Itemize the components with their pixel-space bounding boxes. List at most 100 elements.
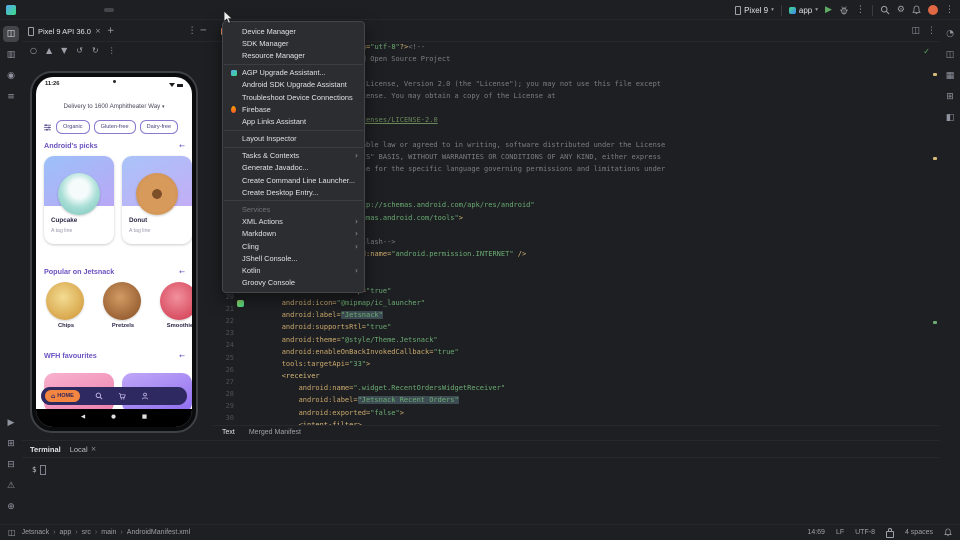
menu-item[interactable]: JShell Console... › xyxy=(223,252,364,264)
menubar-item[interactable] xyxy=(54,8,64,12)
code-line[interactable]: 22 android:icon="@mipmap/ic_launcher" xyxy=(212,297,940,309)
filter-chip[interactable]: Organic xyxy=(56,120,90,134)
notifications-bell-icon[interactable] xyxy=(912,5,921,15)
code-line[interactable]: 30 android:label="Jetsnack Recent Orders… xyxy=(212,394,940,406)
device-volume-down[interactable]: ▼ xyxy=(61,46,67,55)
toolwindow-notifications[interactable]: ◔ xyxy=(942,26,958,42)
code-line[interactable]: 29 android:name=".widget.RecentOrdersWid… xyxy=(212,382,940,394)
filter-chip[interactable]: Dairy-free xyxy=(140,120,179,134)
nav-cart-tab[interactable] xyxy=(118,392,126,400)
code-line[interactable]: 31 android:exported="false"> xyxy=(212,407,940,419)
menu-item[interactable]: Markdown › xyxy=(223,228,364,240)
menu-item[interactable]: Android SDK Upgrade Assistant › xyxy=(223,79,364,91)
device-rotate-left[interactable]: ↺ xyxy=(76,46,83,55)
toolwindow-app-quality-insights[interactable]: ◧ xyxy=(942,110,958,126)
toolwindow-problems[interactable]: ⚠ xyxy=(3,478,19,494)
section-arrow-icon[interactable]: ← xyxy=(179,268,185,276)
menubar-item[interactable] xyxy=(124,8,134,12)
menubar-item[interactable] xyxy=(74,8,84,12)
menu-item[interactable]: Create Command Line Launcher... › xyxy=(223,174,364,186)
code-line[interactable]: 24 android:supportsRtl="true" xyxy=(212,321,940,333)
manifest-view-tab[interactable]: Merged Manifest xyxy=(243,426,307,440)
menu-item[interactable]: Groovy Console › xyxy=(223,277,364,289)
section-arrow-icon[interactable]: ← xyxy=(179,142,185,150)
terminal-prompt-line[interactable]: $ xyxy=(32,465,940,475)
run-button[interactable]: ▶ xyxy=(825,5,832,15)
menu-item[interactable]: Cling › xyxy=(223,240,364,252)
panel-more-icon[interactable]: ⋮ xyxy=(188,27,197,36)
manifest-view-tab[interactable]: Text xyxy=(216,426,241,440)
toolbar-overflow-icon[interactable]: ⋮ xyxy=(945,6,954,15)
editor-options-icon[interactable]: ⋮ xyxy=(927,26,936,36)
settings-gear-icon[interactable]: ⚙ xyxy=(897,6,905,15)
hide-panel-icon[interactable]: ─ xyxy=(201,27,206,36)
code-line[interactable]: 27 tools:targetApi="33"> xyxy=(212,358,940,370)
back-button[interactable]: ◀ xyxy=(81,415,85,421)
menu-item[interactable]: Resource Manager › xyxy=(223,49,364,61)
snack-card[interactable]: Cupcake A tag line xyxy=(44,156,114,244)
nav-search-tab[interactable] xyxy=(95,392,103,400)
device-more[interactable]: ⋮ xyxy=(108,46,116,55)
menu-item[interactable]: Tasks & Contexts › xyxy=(223,150,364,162)
emulator-device-frame[interactable]: 11:26 Delivery to 1600 Amphitheater Way … xyxy=(30,71,198,433)
menu-item[interactable]: AGP Upgrade Assistant... › xyxy=(223,67,364,79)
menubar-item[interactable] xyxy=(114,8,124,12)
breadcrumb-item[interactable]: src xyxy=(71,529,91,536)
line-separator-widget[interactable]: LF xyxy=(836,529,844,536)
filter-chip[interactable]: Gluten-free xyxy=(94,120,136,134)
menubar-item[interactable] xyxy=(84,8,94,12)
code-line[interactable]: 23 android:label="Jetsnack" xyxy=(212,309,940,321)
user-avatar[interactable] xyxy=(928,5,938,15)
recents-button[interactable]: ■ xyxy=(142,415,147,421)
device-tab-label[interactable]: Pixel 9 API 36.0 xyxy=(38,27,91,36)
debug-button[interactable] xyxy=(839,5,849,15)
toolwindow-run[interactable]: ▶ xyxy=(3,415,19,431)
menu-item[interactable]: App Links Assistant › xyxy=(223,115,364,127)
home-button[interactable]: ● xyxy=(111,415,116,421)
run-configuration-selector[interactable]: app ▾ xyxy=(789,6,818,15)
readonly-lock-icon[interactable] xyxy=(886,531,894,538)
menu-item[interactable]: Device Manager › xyxy=(223,25,364,37)
inspections-ok-icon[interactable]: ✓ xyxy=(923,47,930,56)
delivery-address[interactable]: Delivery to 1600 Amphitheater Way ▾ xyxy=(36,103,192,110)
menubar-item[interactable] xyxy=(34,8,44,12)
caret-position-widget[interactable]: 14:69 xyxy=(807,529,825,536)
window-layout-icon[interactable]: ◫ xyxy=(8,528,16,537)
menu-item[interactable]: SDK Manager › xyxy=(223,37,364,49)
menubar-item[interactable] xyxy=(104,8,114,12)
snack-item[interactable]: Pretzels xyxy=(103,282,143,329)
menubar-item[interactable] xyxy=(24,8,34,12)
code-line[interactable]: 26 android:enableOnBackInvokedCallback="… xyxy=(212,346,940,358)
menu-item[interactable]: Generate Javadoc... › xyxy=(223,162,364,174)
emulator-screen[interactable]: 11:26 Delivery to 1600 Amphitheater Way … xyxy=(36,77,192,427)
search-everywhere-icon[interactable] xyxy=(880,5,890,15)
breadcrumb-item[interactable]: app xyxy=(49,529,71,536)
filters-tune-icon[interactable] xyxy=(43,123,52,132)
menu-item[interactable]: Create Desktop Entry... › xyxy=(223,186,364,198)
toolwindow-debug[interactable]: ⊞ xyxy=(3,436,19,452)
more-run-actions-icon[interactable]: ⋮ xyxy=(856,6,865,15)
code-line[interactable]: 28 <receiver xyxy=(212,370,940,382)
menu-item[interactable]: Layout Inspector › xyxy=(223,133,364,145)
toolwindow-version-control[interactable]: ⊕ xyxy=(3,499,19,515)
breadcrumb-item[interactable]: main xyxy=(91,529,117,536)
close-device-tab-icon[interactable]: × xyxy=(95,27,101,35)
breadcrumb-item[interactable]: AndroidManifest.xml xyxy=(116,529,190,536)
toolwindow-structure[interactable]: ≡ xyxy=(3,89,19,105)
toolwindow-gradle[interactable]: ▦ xyxy=(942,68,958,84)
close-terminal-tab-icon[interactable]: × xyxy=(91,445,97,453)
terminal-tab[interactable]: Local × xyxy=(70,445,97,454)
code-line[interactable]: 25 android:theme="@style/Theme.Jetsnack" xyxy=(212,334,940,346)
split-editor-icon[interactable]: ◫ xyxy=(911,26,920,36)
toolwindow-device-manager[interactable]: ◫ xyxy=(942,47,958,63)
menubar-item[interactable] xyxy=(134,8,144,12)
nav-profile-tab[interactable] xyxy=(141,392,149,400)
device-power[interactable]: ○ xyxy=(30,46,37,55)
notifications-bell-icon[interactable] xyxy=(944,528,952,537)
menu-item[interactable]: Firebase › xyxy=(223,103,364,115)
device-rotate-right[interactable]: ↻ xyxy=(92,46,99,55)
menu-item[interactable]: Kotlin › xyxy=(223,264,364,276)
nav-home-tab[interactable]: ⌂ HOME xyxy=(45,390,80,402)
indent-widget[interactable]: 4 spaces xyxy=(905,529,933,536)
menu-item[interactable]: Troubleshoot Device Connections › xyxy=(223,91,364,103)
